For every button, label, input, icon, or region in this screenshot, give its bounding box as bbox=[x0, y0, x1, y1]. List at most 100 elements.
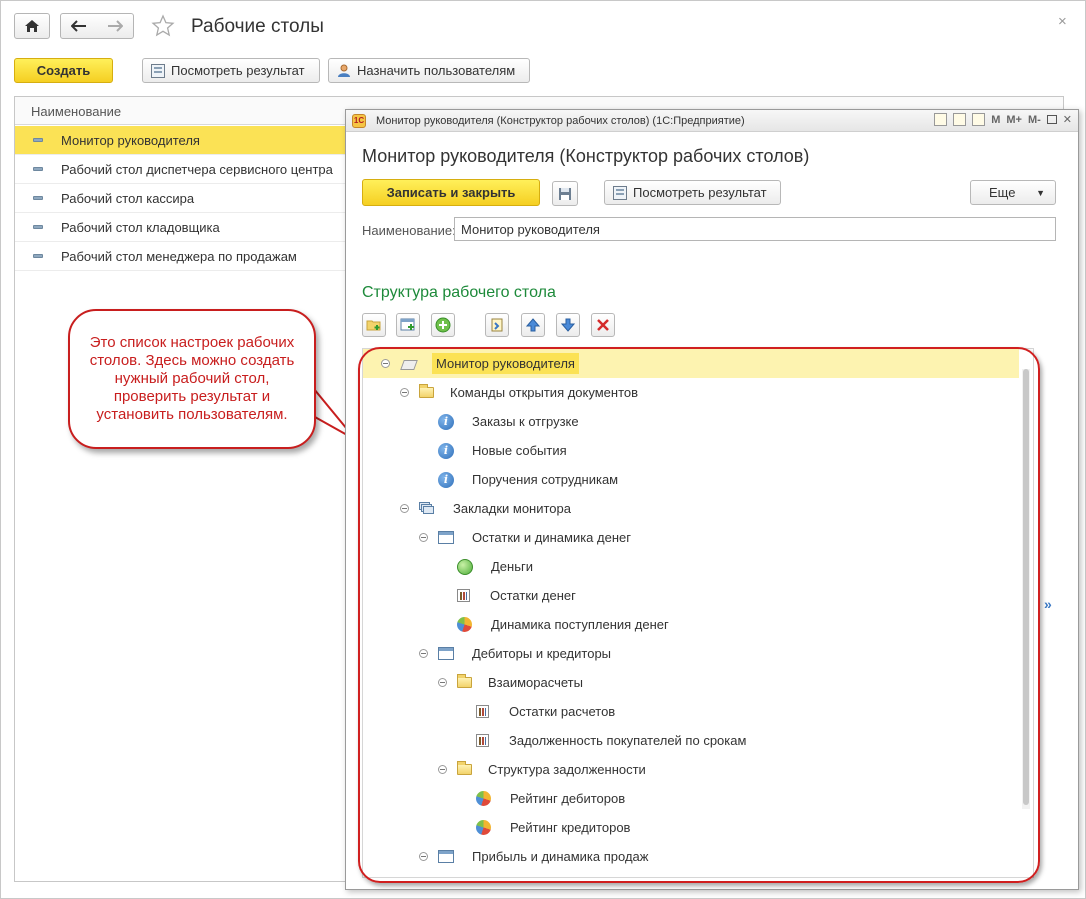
user-icon bbox=[338, 64, 350, 77]
tabs-icon bbox=[419, 501, 435, 516]
1c-logo-icon: 1C bbox=[352, 113, 366, 128]
assign-users-button[interactable]: Назначить пользователям bbox=[328, 58, 530, 83]
delete-button[interactable] bbox=[591, 313, 615, 337]
name-field[interactable]: Монитор руководителя bbox=[454, 217, 1056, 241]
view-result-label: Посмотреть результат bbox=[171, 63, 305, 78]
view-result-button[interactable]: Посмотреть результат bbox=[604, 180, 781, 205]
expand-panel-icon[interactable]: » bbox=[1044, 596, 1052, 612]
folder-icon bbox=[419, 384, 434, 398]
window-icon bbox=[438, 531, 454, 544]
arrow-left-icon[interactable] bbox=[71, 20, 87, 32]
more-label: Еще bbox=[989, 185, 1016, 200]
more-button[interactable]: Еще ▼ bbox=[970, 180, 1056, 205]
add-window-button[interactable] bbox=[396, 313, 420, 337]
copy-icon bbox=[491, 318, 503, 332]
add-item-button[interactable] bbox=[431, 313, 455, 337]
close-icon[interactable]: × bbox=[1058, 13, 1067, 30]
tree-node-label: Задолженность покупателей по срокам bbox=[509, 733, 747, 748]
pie-chart-icon bbox=[457, 617, 472, 632]
window-icon bbox=[438, 647, 454, 660]
tree-node[interactable]: Остатки и динамика денег bbox=[363, 523, 1023, 552]
tree-node-label: Структура задолженности bbox=[488, 762, 646, 777]
window-titlebar-text: Монитор руководителя (Конструктор рабочи… bbox=[376, 114, 745, 127]
star-icon[interactable] bbox=[151, 14, 175, 38]
tree-node[interactable]: Остатки денег bbox=[363, 581, 1023, 610]
calculator-icon[interactable] bbox=[953, 113, 967, 126]
calendar-icon[interactable] bbox=[972, 113, 986, 126]
tree-node[interactable]: Динамика поступления денег bbox=[363, 610, 1023, 639]
dropdown-arrow-icon: ▼ bbox=[1036, 187, 1045, 198]
tree-node-label: Остатки и динамика денег bbox=[472, 530, 631, 545]
arrow-up-icon bbox=[526, 318, 540, 332]
move-up-button[interactable] bbox=[521, 313, 545, 337]
memory-minus-button[interactable]: M- bbox=[1028, 114, 1041, 126]
chart-icon bbox=[476, 734, 489, 747]
tree-node[interactable]: Остатки расчетов bbox=[363, 697, 1023, 726]
list-item-label: Рабочий стол кладовщика bbox=[61, 219, 220, 235]
home-icon bbox=[25, 20, 39, 32]
close-window-icon[interactable]: ✕ bbox=[1063, 113, 1072, 126]
home-button[interactable] bbox=[14, 13, 50, 39]
tree-node[interactable]: Задолженность покупателей по срокам bbox=[363, 726, 1023, 755]
tree-scrollbar-thumb[interactable] bbox=[1023, 369, 1029, 805]
collapse-toggle-icon[interactable] bbox=[419, 852, 428, 861]
tree-node-label: Деньги bbox=[491, 559, 533, 574]
pie-chart-icon bbox=[476, 791, 491, 806]
collapse-toggle-icon[interactable] bbox=[381, 359, 390, 368]
annotation-callout: Это список настроек рабочих столов. Здес… bbox=[68, 309, 316, 449]
tree-node[interactable]: Команды открытия документов bbox=[363, 378, 1023, 407]
tree-node[interactable]: i Поручения сотрудникам bbox=[363, 465, 1023, 494]
tree-node[interactable]: i Новые события bbox=[363, 436, 1023, 465]
save-close-button[interactable]: Записать и закрыть bbox=[362, 179, 540, 206]
view-result-button[interactable]: Посмотреть результат bbox=[142, 58, 320, 83]
tree-node[interactable]: Монитор руководителя bbox=[363, 349, 1019, 378]
move-down-button[interactable] bbox=[556, 313, 580, 337]
tree-node[interactable]: Взаиморасчеты bbox=[363, 668, 1023, 697]
name-label: Наименование: bbox=[362, 223, 456, 238]
page-title: Рабочие столы bbox=[191, 16, 324, 37]
tree-node[interactable]: Дебиторы и кредиторы bbox=[363, 639, 1023, 668]
tree-node[interactable]: Структура задолженности bbox=[363, 755, 1023, 784]
list-item[interactable]: Рабочий стол диспетчера сервисного центр… bbox=[15, 155, 345, 184]
tree-node[interactable]: Прибыль и динамика продаж bbox=[363, 842, 1023, 871]
collapse-toggle-icon[interactable] bbox=[419, 649, 428, 658]
tree-node[interactable]: Закладки монитора bbox=[363, 494, 1023, 523]
favorite-icon[interactable] bbox=[934, 113, 948, 126]
collapse-toggle-icon[interactable] bbox=[438, 678, 447, 687]
arrow-right-icon[interactable] bbox=[107, 20, 123, 32]
collapse-toggle-icon[interactable] bbox=[419, 533, 428, 542]
add-folder-button[interactable] bbox=[362, 313, 386, 337]
save-button[interactable] bbox=[552, 181, 578, 206]
list-item[interactable]: Монитор руководителя bbox=[15, 126, 345, 155]
list-item[interactable]: Рабочий стол кассира bbox=[15, 184, 345, 213]
memory-button[interactable]: M bbox=[991, 114, 1000, 126]
copy-button[interactable] bbox=[485, 313, 509, 337]
tree-node-label: Остатки расчетов bbox=[509, 704, 616, 719]
arrow-down-icon bbox=[561, 318, 575, 332]
list-item-label: Рабочий стол кассира bbox=[61, 190, 195, 206]
tree-node-label: Рейтинг дебиторов bbox=[510, 791, 626, 806]
tree-node[interactable]: i Заказы к отгрузке bbox=[363, 407, 1023, 436]
assign-users-label: Назначить пользователям bbox=[357, 63, 516, 78]
collapse-toggle-icon[interactable] bbox=[400, 504, 409, 513]
callout-text: Это список настроек рабочих столов. Здес… bbox=[89, 334, 295, 423]
create-button[interactable]: Создать bbox=[14, 58, 113, 83]
item-icon bbox=[33, 138, 43, 142]
list-item[interactable]: Рабочий стол кладовщика bbox=[15, 213, 345, 242]
add-folder-icon bbox=[366, 320, 381, 331]
collapse-toggle-icon[interactable] bbox=[438, 765, 447, 774]
window-heading: Монитор руководителя (Конструктор рабочи… bbox=[362, 146, 810, 166]
report-icon bbox=[613, 185, 627, 200]
tree-node[interactable]: Деньги bbox=[363, 552, 1023, 581]
maximize-icon[interactable] bbox=[1046, 115, 1057, 124]
tree-node[interactable]: Рейтинг кредиторов bbox=[363, 813, 1023, 842]
item-icon bbox=[33, 167, 43, 171]
tree-node[interactable]: Рейтинг дебиторов bbox=[363, 784, 1023, 813]
list-item[interactable]: Рабочий стол менеджера по продажам bbox=[15, 242, 345, 271]
collapse-toggle-icon[interactable] bbox=[400, 388, 409, 397]
tree-node-label: Новые события bbox=[472, 443, 567, 458]
structure-title: Структура рабочего стола bbox=[362, 284, 556, 301]
tree-node-label: Закладки монитора bbox=[453, 501, 571, 516]
list-item-label: Рабочий стол менеджера по продажам bbox=[61, 248, 297, 264]
memory-plus-button[interactable]: M+ bbox=[1006, 114, 1022, 126]
